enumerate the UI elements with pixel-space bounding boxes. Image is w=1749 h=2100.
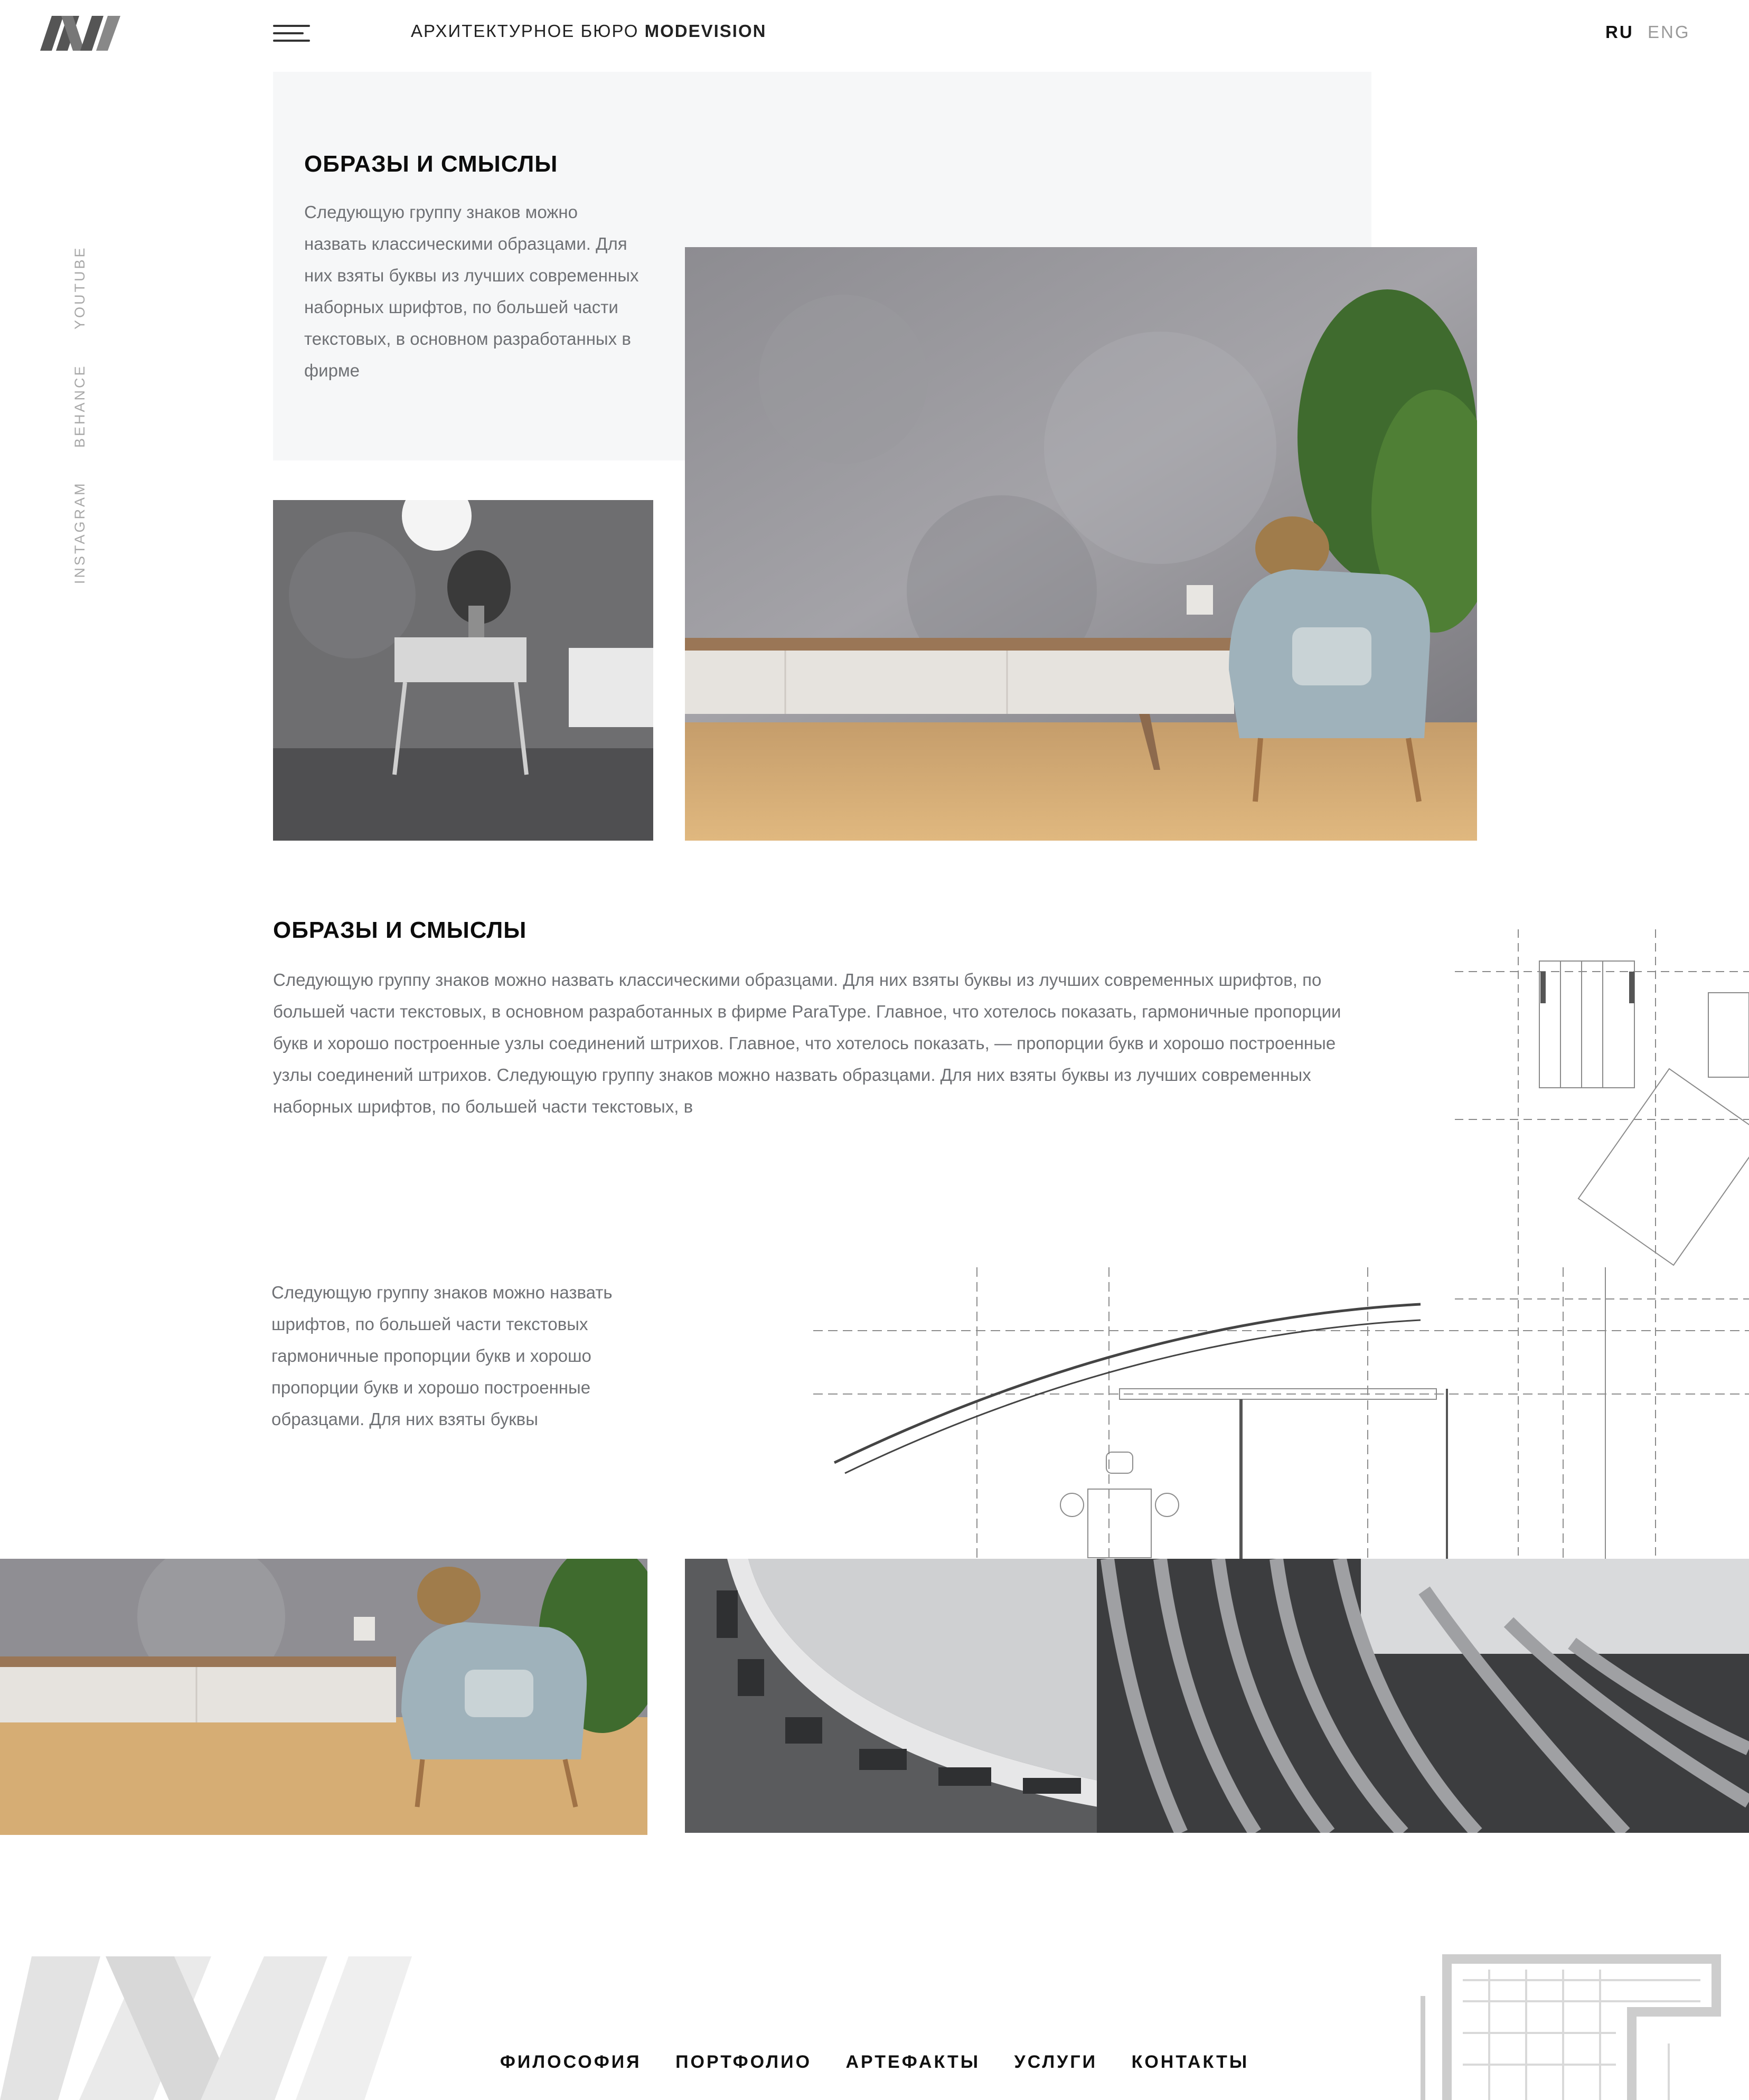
social-behance-link[interactable]: BEHANCE <box>72 364 88 448</box>
section-heading: ОБРАЗЫ И СМЫСЛЫ <box>273 917 527 943</box>
social-youtube-link[interactable]: YOUTUBE <box>72 246 88 329</box>
interior-photo-armchair <box>685 247 1477 841</box>
section-text: Следующую группу знаков можно назвать шр… <box>271 1283 613 1429</box>
architecture-ribs-photo <box>1097 1559 1749 1833</box>
social-instagram-link[interactable]: INSTAGRAM <box>72 481 88 584</box>
footer-link-philosophy[interactable]: ФИЛОСОФИЯ <box>500 2052 642 2073</box>
section-heading: ОБРАЗЫ И СМЫСЛЫ <box>304 151 558 177</box>
elevation-drawing <box>813 1267 1749 1559</box>
site-logo[interactable] <box>40 16 120 51</box>
section-text: Следующую группу знаков можно назвать кл… <box>273 970 1341 1116</box>
section-text: Следующую группу знаков можно назвать кл… <box>304 202 639 380</box>
lang-eng-link[interactable]: ENG <box>1648 22 1690 42</box>
footer-floor-plan-watermark <box>1416 1954 1749 2100</box>
lang-ru-link[interactable]: RU <box>1605 22 1634 42</box>
footer-link-portfolio[interactable]: ПОРТФОЛИО <box>675 2052 812 2073</box>
interior-photo-console <box>273 500 653 841</box>
footer-nav: ФИЛОСОФИЯ ПОРТФОЛИО АРТЕФАКТЫ УСЛУГИ КОН… <box>0 2052 1749 2073</box>
building-facade-photo <box>685 1559 1098 1833</box>
interior-photo-armchair-bottom <box>0 1559 647 1835</box>
footer-link-services[interactable]: УСЛУГИ <box>1014 2052 1098 2073</box>
menu-icon[interactable] <box>273 24 310 43</box>
footer-link-artifacts[interactable]: АРТЕФАКТЫ <box>845 2052 980 2073</box>
site-title: АРХИТЕКТУРНОЕ БЮРО MODEVISION <box>411 21 767 41</box>
footer-logo-watermark <box>0 1956 412 2100</box>
footer-link-contacts[interactable]: КОНТАКТЫ <box>1132 2052 1249 2073</box>
